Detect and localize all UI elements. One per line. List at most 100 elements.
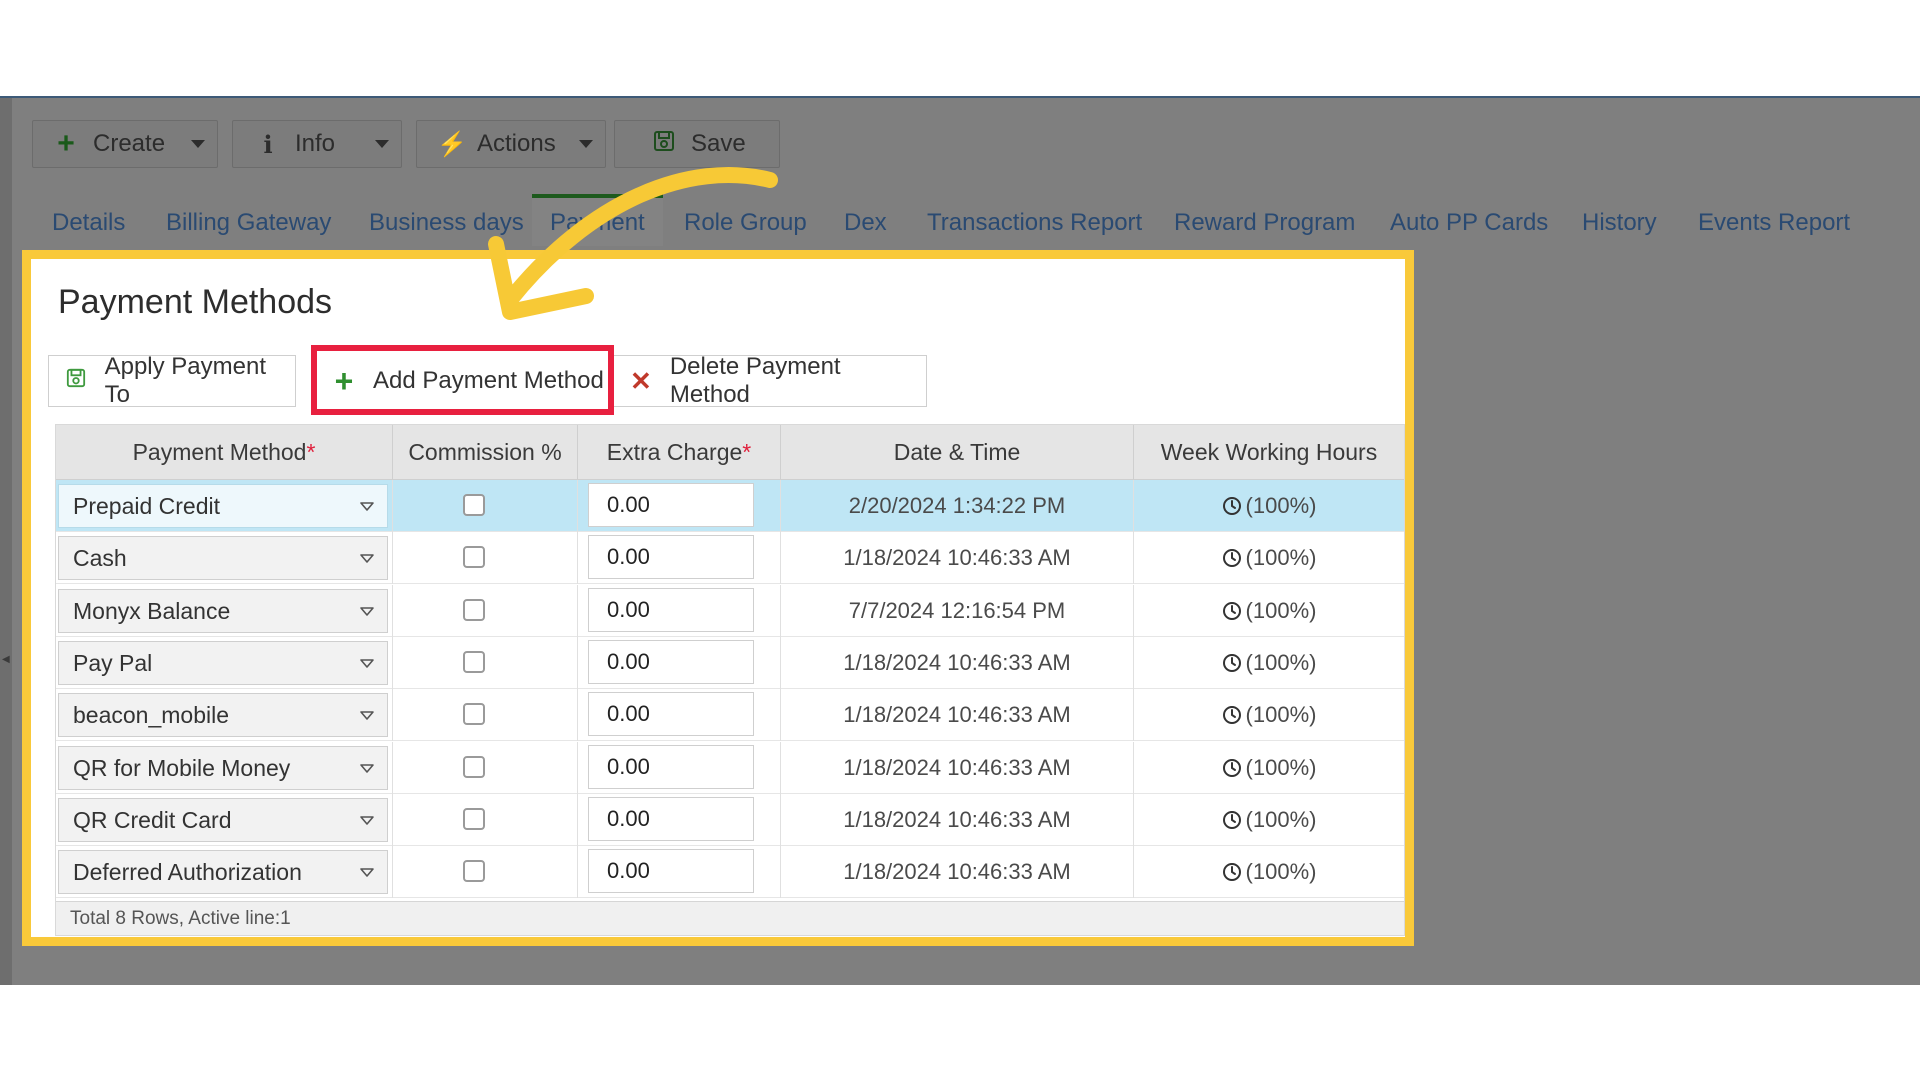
table-row[interactable]: QR Credit Card 0.00 1/18/2024 10:46:33 AM (… — [56, 793, 1404, 846]
payment-method-cell: Monyx Balance — [56, 584, 393, 637]
commission-checkbox[interactable] — [463, 546, 485, 569]
week-working-hours-cell: (100%) — [1134, 637, 1404, 689]
chevron-down-icon[interactable] — [179, 121, 217, 167]
commission-checkbox[interactable] — [463, 703, 485, 726]
payment-method-select[interactable]: Pay Pal — [58, 640, 388, 685]
extra-charge-input[interactable]: 0.00 — [588, 796, 754, 841]
tab-auto-pp-cards[interactable]: Auto PP Cards — [1390, 198, 1548, 246]
save-button[interactable]: Save — [614, 120, 780, 168]
week-working-hours-value[interactable]: (100%) — [1134, 742, 1404, 794]
tab-payment[interactable]: Payment — [532, 194, 663, 246]
dropdown-triangle-icon[interactable] — [359, 604, 375, 620]
week-working-hours-value[interactable]: (100%) — [1134, 794, 1404, 846]
table-row[interactable]: Pay Pal 0.00 1/18/2024 10:46:33 AM (100%) — [56, 636, 1404, 689]
payment-method-select[interactable]: QR Credit Card — [58, 797, 388, 842]
payment-method-select[interactable]: Cash — [58, 536, 388, 581]
tab-events-report[interactable]: Events Report — [1698, 198, 1850, 246]
week-working-hours-value[interactable]: (100%) — [1134, 689, 1404, 741]
hours-percent: (100%) — [1245, 754, 1317, 780]
header-extra-charge[interactable]: Extra Charge* — [578, 425, 781, 479]
commission-checkbox[interactable] — [463, 860, 485, 883]
grid-header: Payment Method* Commission % Extra Charg… — [56, 425, 1404, 480]
date-time-value: 1/18/2024 10:46:33 AM — [843, 545, 1071, 571]
extra-charge-input[interactable]: 0.00 — [588, 483, 754, 527]
info-button[interactable]: i Info — [232, 120, 402, 168]
apply-payment-to-button[interactable]: Apply Payment To — [48, 353, 296, 408]
extra-charge-input[interactable]: 0.00 — [588, 587, 754, 632]
payment-method-value: Pay Pal — [73, 649, 153, 676]
payment-method-value: beacon_mobile — [73, 702, 230, 729]
header-payment-method[interactable]: Payment Method* — [56, 425, 393, 479]
table-row[interactable]: Prepaid Credit 0.00 2/20/2024 1:34:22 PM (1… — [56, 480, 1404, 532]
tab-role-group[interactable]: Role Group — [684, 198, 807, 246]
delete-payment-method-button[interactable]: ✕ Delete Payment Method — [613, 353, 927, 408]
tab-details[interactable]: Details — [52, 198, 125, 246]
tab-dex[interactable]: Dex — [844, 198, 887, 246]
payment-method-select[interactable]: QR for Mobile Money — [58, 745, 388, 790]
commission-cell — [393, 793, 578, 846]
extra-charge-input[interactable]: 0.00 — [588, 744, 754, 789]
table-row[interactable]: QR for Mobile Money 0.00 1/18/2024 10:46:3… — [56, 741, 1404, 794]
payment-method-select[interactable]: Monyx Balance — [58, 588, 388, 633]
chevron-down-icon[interactable] — [363, 121, 401, 167]
dropdown-triangle-icon[interactable] — [359, 656, 375, 672]
dropdown-triangle-icon[interactable] — [359, 761, 375, 777]
dropdown-triangle-icon[interactable] — [359, 499, 375, 515]
header-date-time[interactable]: Date & Time — [781, 425, 1134, 479]
tab-business-days[interactable]: Business days — [369, 198, 524, 246]
week-working-hours-value[interactable]: (100%) — [1134, 637, 1404, 689]
dropdown-triangle-icon[interactable] — [359, 865, 375, 881]
table-row[interactable]: Cash 0.00 1/18/2024 10:46:33 AM (100%) — [56, 532, 1404, 585]
extra-charge-input[interactable]: 0.00 — [588, 535, 754, 580]
hours-percent: (100%) — [1245, 806, 1317, 832]
commission-checkbox[interactable] — [463, 650, 485, 673]
payment-method-cell: Pay Pal — [56, 636, 393, 689]
required-mark: * — [742, 439, 752, 465]
delete-payment-method-label: Delete Payment Method — [669, 353, 841, 408]
save-label: Save — [691, 130, 746, 157]
header-label: Payment Method — [132, 439, 307, 465]
extra-charge-cell: 0.00 — [578, 793, 781, 846]
extra-charge-input[interactable]: 0.00 — [588, 639, 754, 684]
chevron-down-icon[interactable] — [567, 121, 605, 167]
week-working-hours-cell: (100%) — [1134, 846, 1404, 898]
table-row[interactable]: Deferred Authorization 0.00 1/18/2024 10:4… — [56, 846, 1404, 899]
commission-checkbox[interactable] — [463, 494, 485, 516]
hours-percent: (100%) — [1245, 702, 1317, 728]
tab-transactions-report[interactable]: Transactions Report — [927, 198, 1142, 246]
tab-reward-program[interactable]: Reward Program — [1174, 198, 1355, 246]
create-button[interactable]: + Create — [32, 120, 218, 168]
week-working-hours-value[interactable]: (100%) — [1134, 846, 1404, 898]
week-working-hours-value[interactable]: (100%) — [1134, 532, 1404, 584]
commission-checkbox[interactable] — [463, 598, 485, 621]
header-label: Extra Charge — [606, 439, 743, 465]
date-time-value: 1/18/2024 10:46:33 AM — [843, 859, 1071, 885]
week-working-hours-cell: (100%) — [1134, 585, 1404, 637]
table-row[interactable]: beacon_mobile 0.00 1/18/2024 10:46:33 AM (1… — [56, 689, 1404, 742]
grid-footer-status: Total 8 Rows, Active line:1 — [56, 901, 1404, 935]
payment-method-select[interactable]: Deferred Authorization — [58, 850, 388, 895]
payment-method-value: Deferred Authorization — [73, 859, 302, 886]
save-icon — [651, 130, 677, 159]
dropdown-triangle-icon[interactable] — [359, 708, 375, 724]
dropdown-triangle-icon[interactable] — [359, 551, 375, 567]
info-icon: i — [263, 129, 273, 159]
dropdown-triangle-icon[interactable] — [359, 813, 375, 829]
table-row[interactable]: Monyx Balance 0.00 7/7/2024 12:16:54 PM (10… — [56, 584, 1404, 637]
week-working-hours-value[interactable]: (100%) — [1134, 585, 1404, 637]
commission-checkbox[interactable] — [463, 755, 485, 778]
extra-charge-input[interactable]: 0.00 — [588, 849, 754, 894]
week-working-hours-value[interactable]: (100%) — [1134, 480, 1404, 532]
extra-charge-cell: 0.00 — [578, 741, 781, 794]
header-week-working-hours[interactable]: Week Working Hours — [1134, 425, 1404, 479]
extra-charge-input[interactable]: 0.00 — [588, 692, 754, 737]
hours-percent: (100%) — [1245, 545, 1317, 571]
tab-history[interactable]: History — [1582, 198, 1657, 246]
commission-cell — [393, 741, 578, 794]
tab-billing-gateway[interactable]: Billing Gateway — [166, 198, 331, 246]
payment-method-select[interactable]: Prepaid Credit — [58, 484, 388, 528]
header-commission[interactable]: Commission % — [393, 425, 578, 479]
commission-checkbox[interactable] — [463, 807, 485, 830]
actions-button[interactable]: ⚡ Actions — [416, 120, 606, 168]
payment-method-select[interactable]: beacon_mobile — [58, 693, 388, 738]
